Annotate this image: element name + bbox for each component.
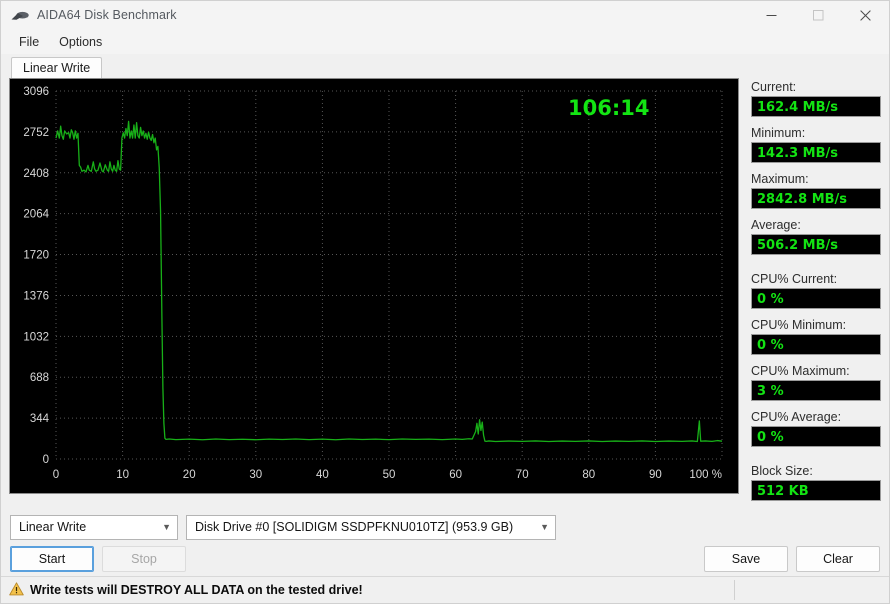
stat-cpu-maximum: CPU% Maximum: 3 % <box>751 364 881 401</box>
test-mode-select[interactable]: Linear Write ▼ <box>10 515 178 540</box>
title-bar: AIDA64 Disk Benchmark <box>1 1 889 30</box>
svg-text:10: 10 <box>116 469 129 481</box>
warning-status-bar: Write tests will DESTROY ALL DATA on the… <box>1 576 889 603</box>
clear-button[interactable]: Clear <box>796 546 880 572</box>
test-mode-value: Linear Write <box>19 520 156 534</box>
stat-value-block-size: 512 KB <box>751 480 881 501</box>
benchmark-chart: 0 344 688 1032 1376 1720 2064 2408 2752 3096 MB/s 0… <box>9 78 739 494</box>
stat-value-average: 506.2 MB/s <box>751 234 881 255</box>
minimize-button[interactable] <box>748 1 795 29</box>
svg-text:688: 688 <box>30 372 49 384</box>
chart-canvas: 0 344 688 1032 1376 1720 2064 2408 2752 3096 MB/s 0… <box>10 79 738 493</box>
stat-cpu-minimum: CPU% Minimum: 0 % <box>751 318 881 355</box>
stat-block-size: Block Size: 512 KB <box>751 464 881 501</box>
stat-label-cpu-maximum: CPU% Maximum: <box>751 364 881 378</box>
stat-value-cpu-current: 0 % <box>751 288 881 309</box>
stat-label-cpu-minimum: CPU% Minimum: <box>751 318 881 332</box>
menu-bar: File Options <box>1 30 889 54</box>
svg-text:1720: 1720 <box>23 250 49 262</box>
svg-text:0: 0 <box>53 469 59 481</box>
stat-maximum: Maximum: 2842.8 MB/s <box>751 172 881 209</box>
svg-text:1032: 1032 <box>23 331 49 343</box>
stat-value-minimum: 142.3 MB/s <box>751 142 881 163</box>
stat-label-current: Current: <box>751 80 881 94</box>
stat-value-cpu-average: 0 % <box>751 426 881 447</box>
drive-select[interactable]: Disk Drive #0 [SOLIDIGM SSDPFKNU010TZ] (… <box>186 515 556 540</box>
stat-minimum: Minimum: 142.3 MB/s <box>751 126 881 163</box>
chevron-down-icon: ▼ <box>162 523 171 532</box>
stat-label-block-size: Block Size: <box>751 464 881 478</box>
tab-strip: Linear Write <box>1 54 889 78</box>
stop-button: Stop <box>102 546 186 572</box>
svg-text:MB/s: MB/s <box>23 79 49 82</box>
svg-text:344: 344 <box>30 413 50 425</box>
tab-linear-write[interactable]: Linear Write <box>11 57 102 79</box>
stat-current: Current: 162.4 MB/s <box>751 80 881 117</box>
stat-value-cpu-maximum: 3 % <box>751 380 881 401</box>
svg-text:70: 70 <box>516 469 529 481</box>
stat-value-current: 162.4 MB/s <box>751 96 881 117</box>
statistics-panel: Current: 162.4 MB/s Minimum: 142.3 MB/s … <box>739 78 881 506</box>
svg-text:40: 40 <box>316 469 329 481</box>
stat-cpu-average: CPU% Average: 0 % <box>751 410 881 447</box>
action-buttons-row: Start Stop Save Clear <box>1 542 889 576</box>
svg-text:80: 80 <box>582 469 595 481</box>
stat-value-maximum: 2842.8 MB/s <box>751 188 881 209</box>
warning-triangle-icon <box>9 582 24 599</box>
window-title: AIDA64 Disk Benchmark <box>37 8 177 22</box>
stat-label-average: Average: <box>751 218 881 232</box>
stat-label-cpu-average: CPU% Average: <box>751 410 881 424</box>
stat-label-cpu-current: CPU% Current: <box>751 272 881 286</box>
warning-message: Write tests will DESTROY ALL DATA on the… <box>30 583 363 597</box>
svg-text:20: 20 <box>183 469 196 481</box>
svg-text:90: 90 <box>649 469 662 481</box>
svg-text:60: 60 <box>449 469 462 481</box>
stat-value-cpu-minimum: 0 % <box>751 334 881 355</box>
maximize-button[interactable] <box>795 1 842 29</box>
svg-text:2752: 2752 <box>23 127 49 139</box>
close-button[interactable] <box>842 1 889 29</box>
menu-item-file[interactable]: File <box>9 32 49 52</box>
main-content: 0 344 688 1032 1376 1720 2064 2408 2752 3096 MB/s 0… <box>1 78 889 506</box>
status-separator <box>734 580 735 600</box>
stat-label-minimum: Minimum: <box>751 126 881 140</box>
drive-value: Disk Drive #0 [SOLIDIGM SSDPFKNU010TZ] (… <box>195 520 534 534</box>
svg-text:2408: 2408 <box>23 168 49 180</box>
svg-text:1376: 1376 <box>23 290 49 302</box>
selector-row: Linear Write ▼ Disk Drive #0 [SOLIDIGM S… <box>1 512 889 542</box>
stat-average: Average: 506.2 MB/s <box>751 218 881 255</box>
svg-text:50: 50 <box>383 469 396 481</box>
svg-text:3096: 3096 <box>23 86 49 98</box>
menu-item-options[interactable]: Options <box>49 32 112 52</box>
svg-text:106:14: 106:14 <box>568 96 649 120</box>
start-button[interactable]: Start <box>10 546 94 572</box>
window-controls <box>748 1 889 29</box>
chevron-down-icon: ▼ <box>540 523 549 532</box>
save-button[interactable]: Save <box>704 546 788 572</box>
svg-text:0: 0 <box>43 454 49 466</box>
stat-label-maximum: Maximum: <box>751 172 881 186</box>
svg-text:100 %: 100 % <box>689 469 722 481</box>
svg-text:30: 30 <box>249 469 262 481</box>
svg-text:2064: 2064 <box>23 209 49 221</box>
disk-drive-icon <box>10 7 30 23</box>
stat-cpu-current: CPU% Current: 0 % <box>751 272 881 309</box>
aida64-disk-benchmark-window: AIDA64 Disk Benchmark File Options Linea… <box>0 0 890 604</box>
